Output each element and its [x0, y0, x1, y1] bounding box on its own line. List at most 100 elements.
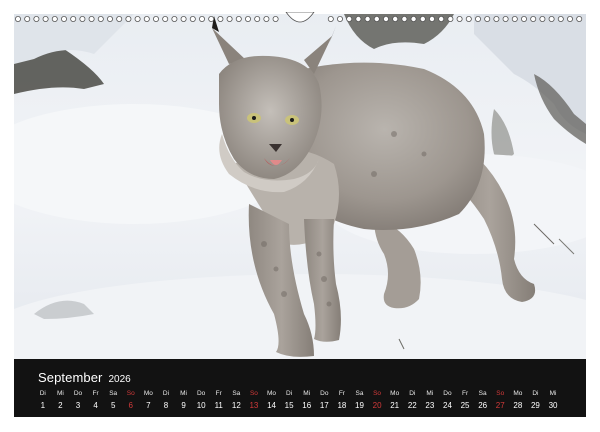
binding-ring: [382, 16, 389, 22]
binding-ring: [70, 16, 77, 22]
day-cell: Sa 5: [104, 390, 122, 412]
day-number: 10: [196, 401, 206, 410]
day-cell: Mo 7: [140, 390, 158, 412]
binding-ring: [401, 16, 408, 22]
binding-ring: [208, 16, 215, 22]
weekday-label: Mo: [143, 390, 153, 397]
weekday-label: So: [496, 390, 505, 397]
binding-ring: [410, 16, 417, 22]
binding-ring: [346, 16, 353, 22]
day-cell: Mi 9: [175, 390, 193, 412]
day-cell: Mo 14: [263, 390, 281, 412]
binding-ring: [24, 16, 31, 22]
weekday-label: Di: [532, 390, 539, 397]
day-cell: Di 29: [527, 390, 545, 412]
calendar-strip: September 2026 Di 1 Mi 2 Do 3 Fr 4 Sa 5 So 6 Mo 7 Di 8 M…: [14, 359, 586, 417]
day-cell: Fr 18: [333, 390, 351, 412]
binding-ring: [474, 16, 481, 22]
binding-ring: [263, 16, 270, 22]
day-number: 14: [267, 401, 276, 410]
weekday-label: So: [373, 390, 382, 397]
day-number: 15: [284, 401, 294, 410]
day-cell: Mi 23: [421, 390, 439, 412]
day-number: 18: [337, 401, 347, 410]
day-number: 11: [214, 401, 223, 410]
weekday-label: Di: [162, 390, 170, 397]
day-number: 9: [181, 401, 186, 410]
weekday-label: Mo: [390, 390, 400, 397]
weekday-label: Di: [39, 390, 46, 397]
binding-ring: [548, 16, 555, 22]
calendar-page: September 2026 Di 1 Mi 2 Do 3 Fr 4 Sa 5 So 6 Mo 7 Di 8 M…: [0, 0, 600, 432]
binding-ring: [327, 16, 334, 22]
binding-ring: [152, 16, 159, 22]
weekday-label: Mi: [180, 390, 187, 397]
binding-ring: [502, 16, 509, 22]
day-number: 13: [249, 401, 259, 410]
binding-ring: [125, 16, 132, 22]
month-name: September: [38, 370, 103, 385]
binding-ring: [15, 16, 21, 22]
day-number: 24: [443, 401, 452, 410]
binding-ring: [42, 16, 49, 22]
weekday-label: Sa: [478, 390, 487, 397]
day-number: 21: [390, 401, 400, 410]
binding-ring: [557, 16, 564, 22]
binding-ring: [180, 16, 187, 22]
weekday-label: Fr: [215, 390, 222, 397]
day-number: 3: [75, 401, 81, 410]
weekday-label: Mi: [303, 390, 311, 397]
binding-ring: [364, 16, 371, 22]
binding-ring: [530, 16, 537, 22]
binding-ring: [134, 16, 141, 22]
day-cell: Do 3: [69, 390, 87, 412]
binding-ring: [428, 16, 435, 22]
day-number: 29: [530, 401, 540, 410]
weekday-label: Di: [286, 390, 293, 397]
day-cell: So 27: [491, 390, 509, 412]
day-number: 2: [58, 401, 63, 410]
day-cell: Do 17: [316, 390, 334, 412]
weekday-label: Mi: [426, 390, 434, 397]
day-number: 7: [146, 401, 151, 410]
binding-ring: [171, 16, 178, 22]
weekday-label: Mi: [56, 390, 64, 397]
binding-ring: [438, 16, 445, 22]
binding-ring: [520, 16, 527, 22]
binding-ring: [143, 16, 150, 22]
day-number: 26: [478, 401, 488, 410]
year-label: 2026: [108, 374, 131, 385]
binding-ring: [456, 16, 463, 22]
weekday-label: Mo: [267, 390, 277, 397]
binding-ring: [511, 16, 518, 22]
binding-ring: [355, 16, 362, 22]
weekday-label: Sa: [232, 390, 241, 397]
binding-ring: [88, 16, 95, 22]
weekday-label: So: [249, 390, 258, 397]
binding-ring: [189, 16, 196, 22]
binding-ring: [484, 16, 491, 22]
binding-ring: [254, 16, 261, 22]
weekday-label: Do: [73, 390, 83, 397]
binding-ring: [336, 16, 343, 22]
weekday-label: Fr: [338, 390, 345, 397]
day-cell: Sa 12: [228, 390, 246, 412]
binding-ring: [61, 16, 68, 22]
day-cell: Do 24: [439, 390, 457, 412]
binding-ring: [392, 16, 399, 22]
weekday-label: Sa: [109, 390, 118, 397]
weekday-label: Do: [196, 390, 206, 397]
day-number: 12: [231, 401, 241, 410]
binding-ring: [79, 16, 86, 22]
day-number: 8: [163, 401, 169, 410]
day-cell: Mo 21: [386, 390, 404, 412]
day-number: 19: [355, 401, 364, 410]
binding-ring: [539, 16, 546, 22]
day-cell: Mi 2: [52, 390, 70, 412]
day-cell: Mi 30: [544, 390, 562, 412]
binding-ring: [217, 16, 224, 22]
binding-ring: [116, 16, 123, 22]
binding-ring: [162, 16, 169, 22]
binding-ring: [419, 16, 426, 22]
day-cell: Mo 28: [509, 390, 527, 412]
